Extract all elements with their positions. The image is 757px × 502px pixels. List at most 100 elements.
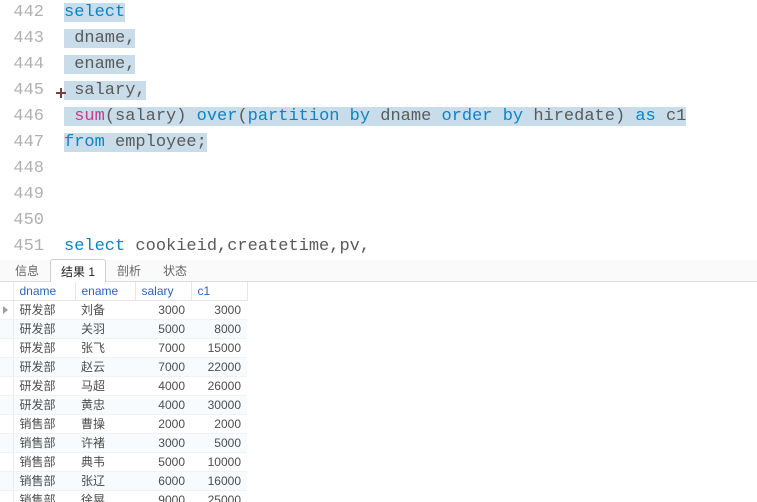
table-row[interactable]: 研发部关羽50008000 (0, 320, 247, 339)
row-indicator (0, 339, 13, 358)
table-row[interactable]: 销售部张辽600016000 (0, 472, 247, 491)
cell-ename[interactable]: 黄忠 (75, 396, 135, 415)
code-line[interactable]: 448 (0, 156, 757, 182)
cell-c1[interactable]: 25000 (191, 491, 247, 502)
column-header-salary[interactable]: salary (135, 282, 191, 301)
cell-salary[interactable]: 7000 (135, 358, 191, 377)
cell-dname[interactable]: 研发部 (13, 320, 75, 339)
code-line[interactable]: 444 ename, (0, 52, 757, 78)
tab-status[interactable]: 状态 (152, 258, 198, 281)
cell-ename[interactable]: 赵云 (75, 358, 135, 377)
code-text[interactable]: ename, (54, 52, 135, 78)
code-line[interactable]: 443 dname, (0, 26, 757, 52)
sql-editor[interactable]: 442select443 dname,444 ename,445 salary,… (0, 0, 757, 260)
column-header-ename[interactable]: ename (75, 282, 135, 301)
row-indicator (0, 301, 13, 320)
cell-dname[interactable]: 研发部 (13, 396, 75, 415)
table-row[interactable]: 研发部马超400026000 (0, 377, 247, 396)
cell-c1[interactable]: 5000 (191, 434, 247, 453)
line-number: 447 (0, 130, 54, 156)
cell-c1[interactable]: 30000 (191, 396, 247, 415)
cell-salary[interactable]: 2000 (135, 415, 191, 434)
code-text[interactable]: select cookieid,createtime,pv, (54, 234, 370, 260)
code-text[interactable]: sum(salary) over(partition by dname orde… (54, 104, 686, 130)
line-number: 444 (0, 52, 54, 78)
line-number: 446 (0, 104, 54, 130)
cell-salary[interactable]: 7000 (135, 339, 191, 358)
table-row[interactable]: 研发部赵云700022000 (0, 358, 247, 377)
cell-c1[interactable]: 22000 (191, 358, 247, 377)
result-grid[interactable]: dnameenamesalaryc1研发部刘备30003000研发部关羽5000… (0, 282, 248, 502)
cell-ename[interactable]: 关羽 (75, 320, 135, 339)
table-row[interactable]: 销售部许褚30005000 (0, 434, 247, 453)
cell-dname[interactable]: 销售部 (13, 472, 75, 491)
cell-ename[interactable]: 许褚 (75, 434, 135, 453)
code-text[interactable]: select (54, 0, 125, 26)
cell-ename[interactable]: 张辽 (75, 472, 135, 491)
cell-salary[interactable]: 5000 (135, 453, 191, 472)
line-number: 450 (0, 208, 54, 234)
tab-result-1[interactable]: 结果 1 (50, 259, 106, 282)
row-indicator (0, 396, 13, 415)
cell-dname[interactable]: 销售部 (13, 415, 75, 434)
row-indicator (0, 434, 13, 453)
cell-ename[interactable]: 徐晃 (75, 491, 135, 502)
cell-ename[interactable]: 马超 (75, 377, 135, 396)
cell-salary[interactable]: 4000 (135, 396, 191, 415)
cell-dname[interactable]: 研发部 (13, 377, 75, 396)
code-text[interactable]: salary, (54, 78, 146, 104)
line-number: 448 (0, 156, 54, 182)
cell-dname[interactable]: 销售部 (13, 453, 75, 472)
cell-dname[interactable]: 销售部 (13, 491, 75, 502)
row-indicator (0, 358, 13, 377)
cell-c1[interactable]: 8000 (191, 320, 247, 339)
tab-profile[interactable]: 剖析 (106, 258, 152, 281)
cell-c1[interactable]: 26000 (191, 377, 247, 396)
cell-c1[interactable]: 2000 (191, 415, 247, 434)
tab-info[interactable]: 信息 (4, 258, 50, 281)
table-row[interactable]: 销售部曹操20002000 (0, 415, 247, 434)
cell-ename[interactable]: 典韦 (75, 453, 135, 472)
table-row[interactable]: 研发部张飞700015000 (0, 339, 247, 358)
table-row[interactable]: 研发部刘备30003000 (0, 301, 247, 320)
cell-dname[interactable]: 研发部 (13, 358, 75, 377)
cell-ename[interactable]: 张飞 (75, 339, 135, 358)
code-text[interactable]: from employee; (54, 130, 207, 156)
code-line[interactable]: 445 salary, (0, 78, 757, 104)
cell-dname[interactable]: 研发部 (13, 301, 75, 320)
code-line[interactable]: 442select (0, 0, 757, 26)
code-line[interactable]: 447from employee; (0, 130, 757, 156)
cell-salary[interactable]: 4000 (135, 377, 191, 396)
code-text[interactable] (54, 182, 64, 208)
column-header-dname[interactable]: dname (13, 282, 75, 301)
table-row[interactable]: 销售部典韦500010000 (0, 453, 247, 472)
code-text[interactable] (54, 156, 64, 182)
code-line[interactable]: 446 sum(salary) over(partition by dname … (0, 104, 757, 130)
code-line[interactable]: 450 (0, 208, 757, 234)
line-number: 445 (0, 78, 54, 104)
cell-c1[interactable]: 16000 (191, 472, 247, 491)
cell-c1[interactable]: 15000 (191, 339, 247, 358)
code-line[interactable]: 449 (0, 182, 757, 208)
code-text[interactable]: dname, (54, 26, 135, 52)
row-indicator (0, 320, 13, 339)
table-row[interactable]: 研发部黄忠400030000 (0, 396, 247, 415)
cell-salary[interactable]: 3000 (135, 434, 191, 453)
cell-c1[interactable]: 10000 (191, 453, 247, 472)
column-header-c1[interactable]: c1 (191, 282, 247, 301)
row-header-corner (0, 282, 13, 301)
cell-salary[interactable]: 9000 (135, 491, 191, 502)
cell-salary[interactable]: 3000 (135, 301, 191, 320)
cell-c1[interactable]: 3000 (191, 301, 247, 320)
cell-dname[interactable]: 研发部 (13, 339, 75, 358)
cell-ename[interactable]: 刘备 (75, 301, 135, 320)
cell-ename[interactable]: 曹操 (75, 415, 135, 434)
table-row[interactable]: 销售部徐晃900025000 (0, 491, 247, 502)
code-text[interactable] (54, 208, 64, 234)
cell-dname[interactable]: 销售部 (13, 434, 75, 453)
cell-salary[interactable]: 6000 (135, 472, 191, 491)
line-number: 449 (0, 182, 54, 208)
cell-salary[interactable]: 5000 (135, 320, 191, 339)
code-line[interactable]: 451select cookieid,createtime,pv, (0, 234, 757, 260)
insertion-cursor-icon (56, 88, 66, 98)
